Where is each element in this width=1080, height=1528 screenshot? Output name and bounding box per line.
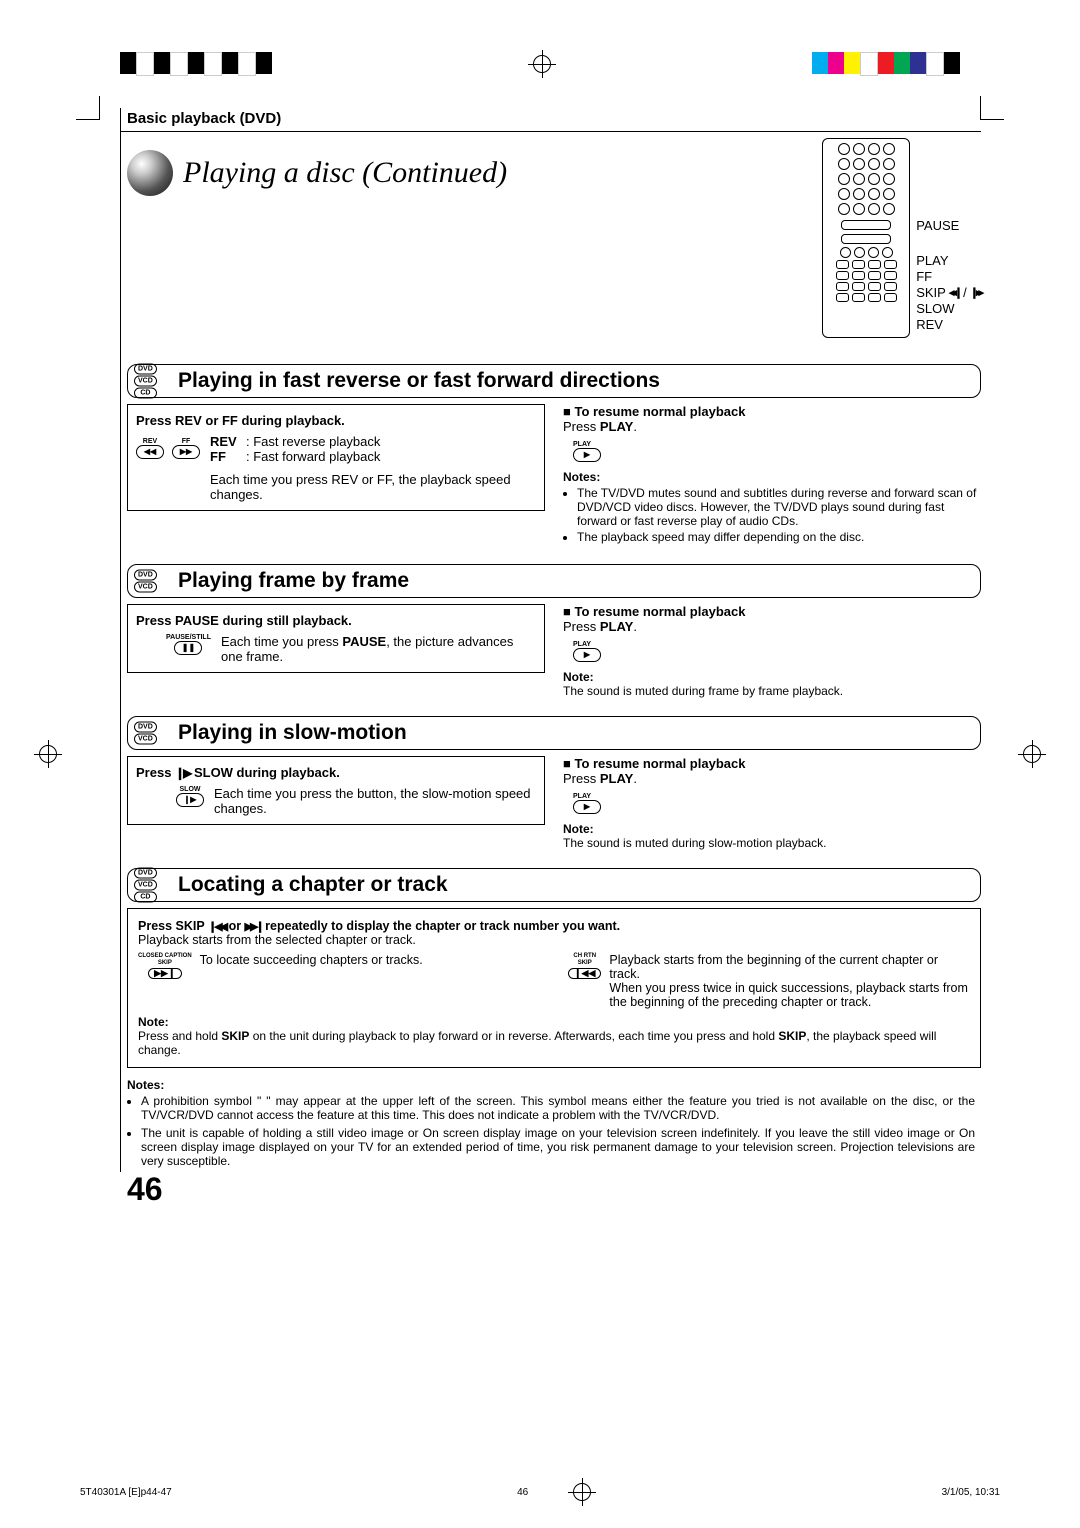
play-button-icon: PLAY▶ bbox=[573, 793, 601, 814]
skip-rev-desc: Playback starts from the beginning of th… bbox=[609, 953, 970, 981]
remote-label-skip: SKIP bbox=[916, 285, 946, 300]
print-date: 3/1/05, 10:31 bbox=[942, 1487, 1000, 1498]
ff-desc: Fast forward playback bbox=[253, 449, 380, 464]
note-item: Press and hold SKIP on the unit during p… bbox=[138, 1029, 970, 1057]
crop-mark-icon bbox=[980, 96, 1004, 120]
remote-label-play: PLAY bbox=[916, 253, 981, 268]
crop-mark-icon bbox=[76, 96, 100, 120]
play-button-icon: PLAY▶ bbox=[573, 641, 601, 662]
play-button-icon: PLAY▶ bbox=[573, 441, 601, 462]
rev-desc: Fast reverse playback bbox=[253, 434, 380, 449]
sphere-icon bbox=[127, 150, 173, 196]
disc-badges: DVDVCDCD bbox=[134, 364, 157, 399]
ff-button-icon: FF▶▶ bbox=[172, 438, 200, 459]
note-item: The sound is muted during slow-motion pl… bbox=[563, 836, 981, 850]
print-page: 46 bbox=[517, 1487, 528, 1498]
instruction: Press PAUSE during still playback. bbox=[136, 613, 536, 628]
slow-desc: Each time you press the button, the slow… bbox=[214, 786, 536, 816]
skip-rev-desc2: When you press twice in quick succession… bbox=[609, 981, 970, 1009]
page-number: 46 bbox=[127, 1171, 163, 1208]
registration-mark-icon bbox=[34, 740, 62, 768]
registration-top bbox=[120, 50, 960, 78]
skip-fwd-icon: ▶▶❙ bbox=[245, 921, 262, 933]
registration-mark-icon bbox=[528, 50, 556, 78]
skip-rev-button-icon: CH RTNSKIP ❙◀◀ bbox=[568, 953, 601, 979]
notes-heading: Note: bbox=[563, 822, 594, 836]
slow-button-icon: SLOW❙▶ bbox=[176, 786, 204, 807]
remote-label-rev: REV bbox=[916, 317, 981, 332]
note-item: The TV/DVD mutes sound and subtitles dur… bbox=[577, 486, 981, 528]
instruction: Press REV or FF during playback. bbox=[136, 413, 536, 428]
resume-heading: To resume normal playback bbox=[563, 604, 745, 619]
remote-illustration: PAUSE PLAY FF SKIP ◂◂❙ / ❙▸▸ SLOW REV bbox=[822, 138, 981, 338]
skip-fwd-icon: ❙▸▸ bbox=[970, 286, 981, 299]
skip-back-icon: ◂◂❙ bbox=[949, 286, 960, 299]
registration-mark-icon bbox=[568, 1478, 596, 1506]
section-heading-locate: DVDVCDCD Locating a chapter or track bbox=[127, 868, 981, 902]
registration-mark-icon bbox=[1018, 740, 1046, 768]
page-title: Playing a disc (Continued) bbox=[183, 156, 507, 190]
remote-label-pause: PAUSE bbox=[916, 218, 981, 233]
slash: / bbox=[963, 285, 967, 300]
print-file: 5T40301A [E]p44-47 bbox=[80, 1487, 172, 1498]
notes-heading: Note: bbox=[563, 670, 594, 684]
section-heading-fastscan: DVDVCDCD Playing in fast reverse or fast… bbox=[127, 364, 981, 398]
resume-heading: To resume normal playback bbox=[563, 404, 745, 419]
skip-back-icon: ❙◀◀ bbox=[208, 921, 225, 933]
color-swatch-right bbox=[812, 52, 960, 76]
note-item: The unit is capable of holding a still v… bbox=[141, 1126, 975, 1168]
instruction: Press SKIP ❙◀◀ or ▶▶❙ repeatedly to disp… bbox=[138, 919, 970, 933]
remote-label-ff: FF bbox=[916, 269, 981, 284]
skip-fwd-button-icon: CLOSED CAPTIONSKIP ▶▶❙ bbox=[138, 953, 192, 979]
bw-swatch-left bbox=[120, 52, 272, 76]
speed-note: Each time you press REV or FF, the playb… bbox=[210, 472, 536, 502]
slow-icon: ❙▶ bbox=[175, 766, 190, 780]
instruction: Press ❙▶ SLOW during playback. bbox=[136, 765, 536, 780]
instruction-sub: Playback starts from the selected chapte… bbox=[138, 933, 970, 947]
pause-button-icon: PAUSE/STILL❚❚ bbox=[166, 634, 211, 655]
section-header: Basic playback (DVD) bbox=[121, 108, 981, 132]
notes-heading: Note: bbox=[138, 1015, 169, 1029]
rev-button-icon: REV◀◀ bbox=[136, 438, 164, 459]
section-heading-frame: DVDVCD Playing frame by frame bbox=[127, 564, 981, 598]
print-footer: 5T40301A [E]p44-47 46 3/1/05, 10:31 bbox=[80, 1478, 1000, 1506]
notes-heading: Notes: bbox=[563, 470, 600, 484]
note-item: A prohibition symbol " " may appear at t… bbox=[141, 1094, 975, 1122]
notes-heading: Notes: bbox=[127, 1078, 164, 1092]
note-item: The sound is muted during frame by frame… bbox=[563, 684, 981, 698]
resume-heading: To resume normal playback bbox=[563, 756, 745, 771]
skip-fwd-desc: To locate succeeding chapters or tracks. bbox=[200, 953, 423, 967]
section-heading-slow: DVDVCD Playing in slow-motion bbox=[127, 716, 981, 750]
note-item: The playback speed may differ depending … bbox=[577, 530, 981, 544]
remote-label-slow: SLOW bbox=[916, 301, 981, 316]
